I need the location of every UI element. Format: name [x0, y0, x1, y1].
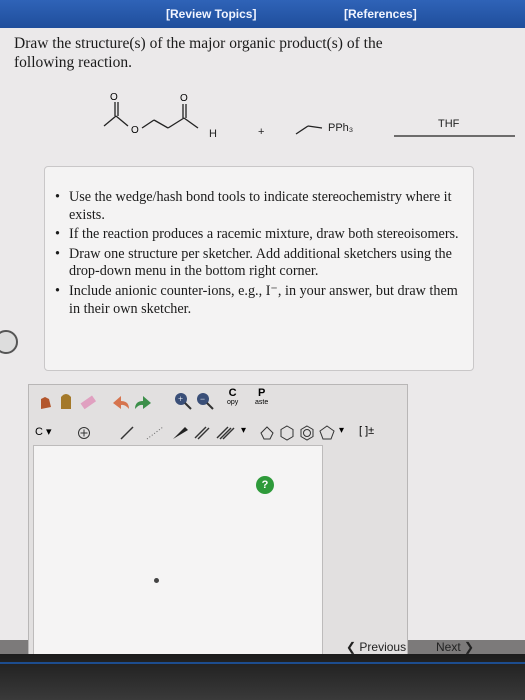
sketcher-editor: + − C opy P aste C ▾ ▾ ▾ [ ]± ? — [28, 384, 408, 664]
bottom-bar — [0, 654, 525, 700]
instruction-item: • Use the wedge/hash bond tools to indica… — [55, 189, 452, 223]
question-text: Draw the structure(s) of the major organ… — [14, 35, 383, 71]
double-bond-icon[interactable] — [193, 426, 211, 440]
previous-button[interactable]: ❮ Previous — [346, 640, 406, 654]
copy-button[interactable]: C opy — [227, 387, 238, 406]
single-bond-icon[interactable] — [119, 426, 135, 440]
references-link[interactable]: [References] — [344, 7, 417, 21]
undo-icon[interactable] — [111, 393, 131, 411]
plus-sign: + — [258, 126, 265, 138]
zoom-in-icon[interactable]: + — [173, 391, 193, 411]
aldehyde-h-label: H — [209, 128, 217, 140]
paste-button[interactable]: P aste — [255, 387, 268, 406]
cyclopentane-icon[interactable] — [319, 425, 335, 441]
bond-dropdown[interactable]: ▾ — [241, 425, 246, 436]
instructions-list: • Use the wedge/hash bond tools to indica… — [45, 167, 473, 318]
instructions-box: • Use the wedge/hash bond tools to indica… — [44, 166, 474, 371]
canvas-dot — [154, 578, 159, 583]
svg-text:O: O — [131, 125, 139, 136]
toolbar-top: + − C opy P aste — [29, 385, 407, 421]
hash-bond-icon[interactable] — [145, 426, 165, 440]
eraser-icon[interactable] — [79, 393, 97, 411]
lasso-icon[interactable] — [57, 391, 75, 411]
solvent-label: THF — [438, 118, 460, 130]
hand-icon[interactable] — [37, 393, 55, 411]
zoom-out-icon[interactable]: − — [195, 391, 215, 411]
instruction-item: • If the reaction produces a racemic mixt… — [55, 226, 459, 243]
drawing-canvas[interactable]: ? — [33, 445, 323, 661]
redo-icon[interactable] — [133, 393, 153, 411]
top-bar: [Review Topics] [References] — [0, 0, 525, 28]
toolbar-bottom: C ▾ ▾ ▾ [ ]± — [29, 421, 407, 447]
svg-text:O: O — [180, 93, 188, 104]
next-button[interactable]: Next ❯ — [436, 640, 474, 654]
svg-text:+: + — [178, 394, 183, 404]
triple-bond-icon[interactable] — [215, 426, 239, 440]
ylide-label: PPh₃ — [328, 122, 354, 134]
cyclopropane-icon[interactable] — [259, 425, 275, 441]
instruction-item: • Include anionic counter-ions, e.g., I⁻,… — [55, 282, 458, 317]
svg-text:O: O — [110, 92, 118, 103]
instruction-item: • Draw one structure per sketcher. Add ad… — [55, 245, 452, 280]
add-charge-icon[interactable] — [77, 426, 91, 440]
atom-select[interactable]: C ▾ — [35, 425, 52, 438]
charge-bracket-button[interactable]: [ ]± — [359, 425, 374, 437]
svg-text:−: − — [200, 394, 205, 404]
ring-dropdown[interactable]: ▾ — [339, 425, 344, 436]
help-icon[interactable]: ? — [256, 476, 274, 494]
benzene-icon[interactable] — [299, 425, 315, 441]
cyclohexane-icon[interactable] — [279, 425, 295, 441]
review-topics-link[interactable]: [Review Topics] — [166, 7, 256, 21]
wedge-bond-icon[interactable] — [171, 426, 189, 440]
